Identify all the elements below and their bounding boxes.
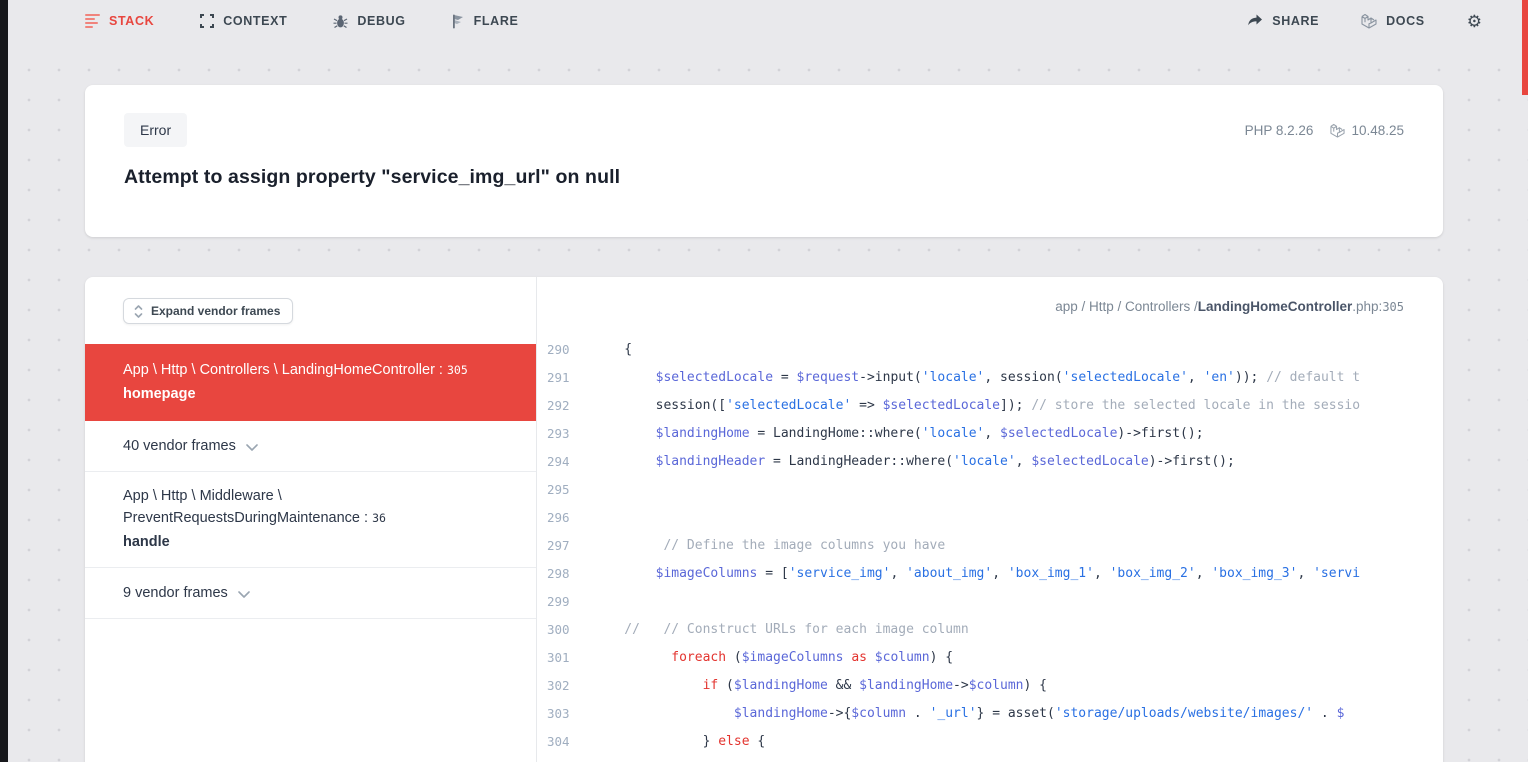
stack-trace-card: Expand vendor frames App \ Http \ Contro… — [85, 277, 1443, 762]
line-number: 301 — [547, 650, 579, 665]
frame-line-number: 305 — [447, 363, 468, 377]
flare-flag-icon — [452, 14, 465, 29]
code-lines: 290 {291 $selectedLocale = $request->inp… — [537, 335, 1443, 755]
breadcrumb-filename: LandingHomeController — [1198, 299, 1353, 314]
code-line: 296 — [537, 503, 1443, 531]
tab-stack-label: STACK — [109, 14, 154, 28]
file-breadcrumb: app / Http / Controllers / LandingHomeCo… — [537, 299, 1443, 314]
code-line: 290 { — [537, 335, 1443, 363]
nav-actions: SHARE DOCS ⚙ — [1247, 13, 1482, 30]
tab-context-label: CONTEXT — [223, 14, 287, 28]
frame-method: handle — [123, 531, 498, 553]
error-message: Attempt to assign property "service_img_… — [124, 166, 1404, 189]
code-line: 301 foreach ($imageColumns as $column) { — [537, 643, 1443, 671]
share-button[interactable]: SHARE — [1247, 14, 1319, 28]
frames-sidebar: Expand vendor frames App \ Http \ Contro… — [85, 277, 537, 762]
code-line: 294 $landingHeader = LandingHeader::wher… — [537, 447, 1443, 475]
chevron-down-icon — [238, 591, 250, 598]
breadcrumb-path: app / Http / Controllers / — [1055, 299, 1198, 314]
line-number: 304 — [547, 734, 579, 749]
line-number: 302 — [547, 678, 579, 693]
top-navigation: STACK CONTEXT DEBUG — [8, 0, 1528, 42]
docs-button[interactable]: DOCS — [1361, 13, 1425, 29]
vendor-frames-label: 9 vendor frames — [123, 585, 228, 601]
nav-tabs: STACK CONTEXT DEBUG — [85, 12, 518, 30]
main-content: Error PHP 8.2.26 10.48.25 Attempt to ass… — [8, 42, 1528, 762]
chevron-down-icon — [246, 444, 258, 451]
code-line: 303 $landingHome->{$column . '_url'} = a… — [537, 699, 1443, 727]
error-type-badge: Error — [124, 113, 187, 147]
tab-flare[interactable]: FLARE — [452, 14, 519, 29]
expand-vendor-frames-button[interactable]: Expand vendor frames — [123, 298, 293, 324]
frame-method: homepage — [123, 383, 498, 405]
code-line: 297 // Define the image columns you have — [537, 531, 1443, 559]
line-number: 295 — [547, 482, 579, 497]
settings-gear-icon[interactable]: ⚙ — [1467, 13, 1482, 30]
line-number: 298 — [547, 566, 579, 581]
line-number: 291 — [547, 370, 579, 385]
code-line: 292 session(['selectedLocale' => $select… — [537, 391, 1443, 419]
line-number: 299 — [547, 594, 579, 609]
line-number: 290 — [547, 342, 579, 357]
tab-stack[interactable]: STACK — [85, 12, 154, 30]
breadcrumb-extension: .php — [1352, 299, 1378, 314]
line-number: 297 — [547, 538, 579, 553]
docs-label: DOCS — [1386, 14, 1425, 28]
code-editor: app / Http / Controllers / LandingHomeCo… — [537, 277, 1443, 762]
code-line: 299 — [537, 587, 1443, 615]
frame-path: App \ Http \ Controllers \ LandingHomeCo… — [123, 359, 498, 381]
code-line: 291 $selectedLocale = $request->input('l… — [537, 363, 1443, 391]
expand-vendor-frames-label: Expand vendor frames — [151, 304, 280, 318]
line-number: 296 — [547, 510, 579, 525]
stack-frame-middleware[interactable]: App \ Http \ Middleware \PreventRequests… — [85, 472, 536, 568]
code-line: 298 $imageColumns = ['service_img', 'abo… — [537, 559, 1443, 587]
line-number: 294 — [547, 454, 579, 469]
scrollbar-thumb[interactable] — [1522, 0, 1528, 95]
bug-icon — [333, 14, 348, 29]
stack-lines-icon — [85, 12, 100, 30]
code-line: 293 $landingHome = LandingHome::where('l… — [537, 419, 1443, 447]
code-line: 304 } else { — [537, 727, 1443, 755]
line-number: 292 — [547, 398, 579, 413]
line-number: 303 — [547, 706, 579, 721]
vendor-frames-toggle-top[interactable]: 40 vendor frames — [85, 421, 536, 472]
frame-line-number: 36 — [372, 511, 386, 525]
code-line: 300 // // Construct URLs for each image … — [537, 615, 1443, 643]
error-card: Error PHP 8.2.26 10.48.25 Attempt to ass… — [85, 85, 1443, 237]
laravel-version: 10.48.25 — [1351, 123, 1404, 138]
share-label: SHARE — [1272, 14, 1319, 28]
line-number: 300 — [547, 622, 579, 637]
tab-debug[interactable]: DEBUG — [333, 14, 405, 29]
frame-path: App \ Http \ Middleware \PreventRequests… — [123, 485, 498, 529]
context-brackets-icon — [200, 14, 214, 28]
php-version: PHP 8.2.26 — [1245, 123, 1314, 138]
breadcrumb-line-number: 305 — [1382, 300, 1404, 314]
line-number: 293 — [547, 426, 579, 441]
vendor-frames-toggle-bottom[interactable]: 9 vendor frames — [85, 568, 536, 619]
share-arrow-icon — [1247, 14, 1263, 28]
runtime-versions: PHP 8.2.26 10.48.25 — [1245, 123, 1404, 138]
tab-debug-label: DEBUG — [357, 14, 405, 28]
tab-flare-label: FLARE — [474, 14, 519, 28]
vendor-frames-label: 40 vendor frames — [123, 438, 236, 454]
stack-frame-active[interactable]: App \ Http \ Controllers \ LandingHomeCo… — [85, 344, 536, 421]
laravel-version-icon — [1330, 123, 1345, 138]
code-line: 295 — [537, 475, 1443, 503]
laravel-logo-icon — [1361, 13, 1377, 29]
code-line: 302 if ($landingHome && $landingHome->$c… — [537, 671, 1443, 699]
expand-collapse-icon — [134, 305, 143, 318]
tab-context[interactable]: CONTEXT — [200, 14, 287, 28]
window-edge-bar — [0, 0, 8, 762]
